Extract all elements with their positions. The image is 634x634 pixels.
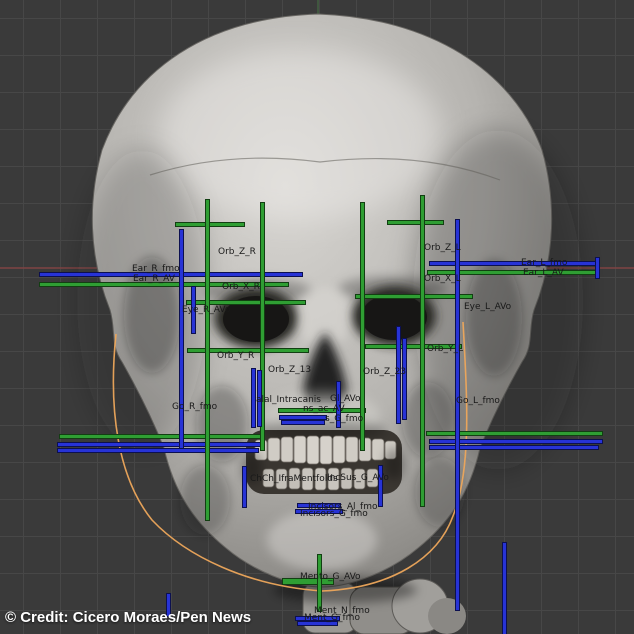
skull-3d-model[interactable] [0, 0, 634, 634]
marker-line-blue[interactable] [180, 230, 183, 448]
marker-line-green[interactable] [361, 203, 364, 450]
eye-socket-left [214, 288, 298, 348]
landmark-label: s_G_fmo [325, 414, 364, 424]
marker-line-green[interactable] [356, 295, 472, 298]
marker-line-blue[interactable] [379, 466, 382, 506]
marker-line-blue[interactable] [282, 421, 324, 424]
marker-line-blue[interactable] [403, 339, 406, 419]
jaw-shadow-left [180, 465, 230, 535]
marker-line-blue[interactable] [243, 467, 246, 507]
landmark-label: Orb_Z_23 [363, 367, 407, 377]
landmark-label: Ear_R_AV [133, 274, 175, 284]
marker-line-green[interactable] [176, 223, 244, 226]
landmark-label: Ear_L_AV [523, 268, 564, 278]
credit-text: © Credit: Cicero Moraes/Pen News [5, 609, 252, 626]
landmark-label: Orb_Z_13 [268, 365, 312, 375]
marker-line-blue[interactable] [503, 543, 506, 634]
landmark-label: Orb_Y_R [217, 351, 255, 361]
landmark-label: Orb_Z_R [218, 247, 256, 257]
landmark-label: Gl_AVo [330, 394, 361, 404]
marker-line-blue[interactable] [280, 416, 326, 419]
landmark-label: Incisors_G_fmo [300, 509, 368, 519]
forehead-highlight [160, 50, 440, 220]
landmark-label: ChCh_IfraMentfolds [250, 474, 338, 484]
landmark-label: Eye_L_AVo [464, 302, 512, 312]
viewport-grid[interactable]: Orb_Z_R Ear_R_fmo Ear_R_AV Orb_X_R Eye_R_AVo… [0, 0, 634, 634]
marker-line-green[interactable] [60, 435, 260, 438]
marker-line-green[interactable] [261, 203, 264, 450]
temporal-fossa-right [466, 260, 522, 376]
marker-line-blue[interactable] [596, 258, 599, 278]
landmark-label: Orb_X_L [424, 274, 461, 284]
marker-line-blue[interactable] [252, 369, 255, 427]
marker-line-green[interactable] [318, 555, 321, 611]
landmark-label: Orb_Z_L [424, 243, 461, 253]
chin-highlight [267, 510, 377, 570]
marker-line-green[interactable] [187, 301, 305, 304]
landmark-label: Go_L_fmo [456, 396, 500, 406]
landmark-label: Mento_G_AVo [300, 572, 361, 582]
landmark-label: IncSus_G_AVo [327, 473, 389, 483]
landmark-label: Ear_L_fmo [521, 258, 568, 268]
landmark-label: Eye_R_AVo [182, 305, 231, 315]
marker-line-green[interactable] [388, 221, 443, 224]
marker-line-blue[interactable] [58, 443, 262, 446]
landmark-label: Orb_Y_L [427, 344, 464, 354]
landmark-label: Ment_G_fmo [304, 613, 360, 623]
landmark-label: Orb_X_R [222, 282, 260, 292]
landmark-label: ns_ac_AV [303, 404, 345, 414]
marker-line-green[interactable] [427, 432, 602, 435]
landmark-label: Go_R_fmo [172, 402, 218, 412]
marker-line-green[interactable] [206, 200, 209, 520]
marker-line-blue[interactable] [58, 449, 258, 452]
landmark-label: Ear_R_fmo [132, 264, 180, 274]
